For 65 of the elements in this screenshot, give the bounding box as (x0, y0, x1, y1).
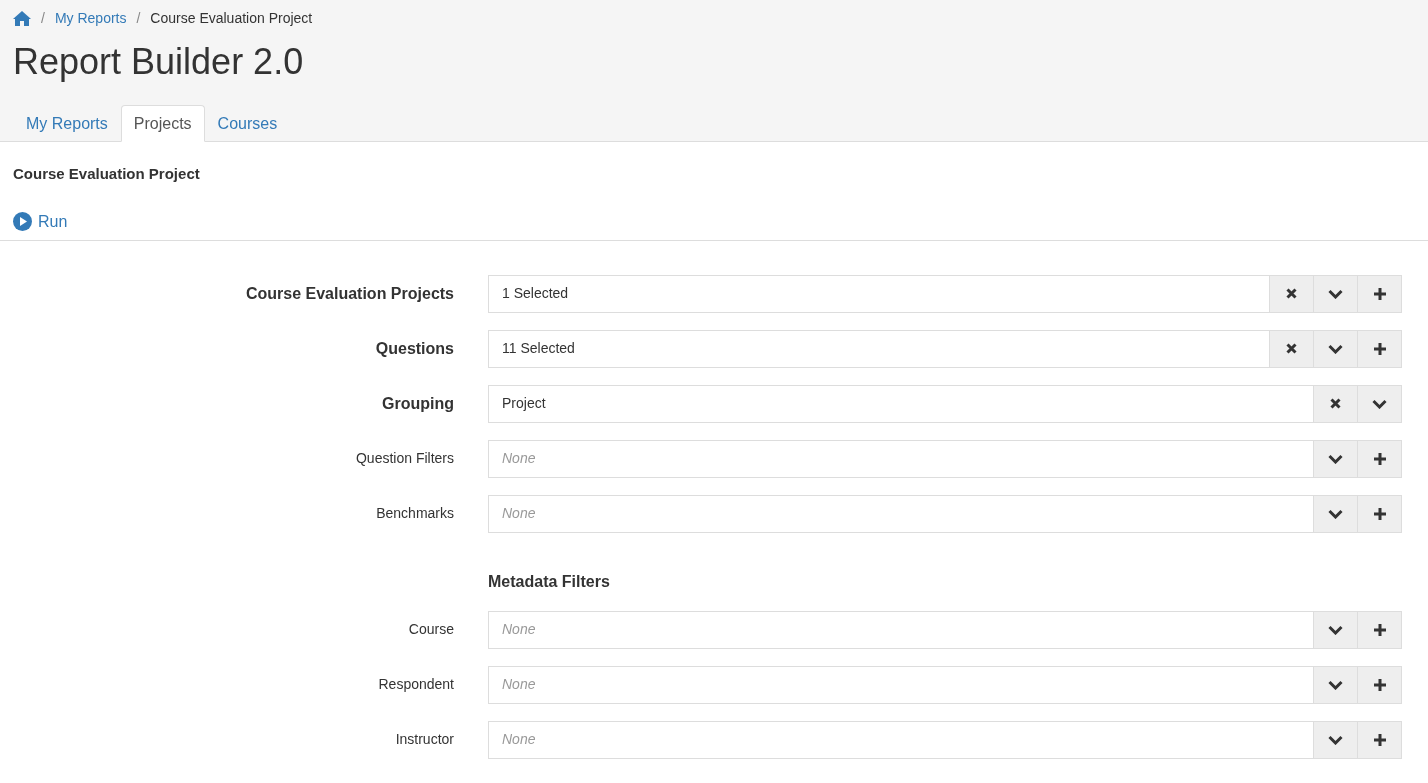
breadcrumb-separator: / (41, 8, 45, 28)
field-label: Respondent (377, 675, 454, 694)
dropdown-button[interactable] (1313, 611, 1357, 648)
field-label: Course (407, 620, 454, 639)
clear-button[interactable] (1269, 275, 1313, 312)
select-field[interactable]: None (488, 720, 1402, 759)
breadcrumb-link[interactable]: My Reports (54, 7, 127, 29)
dropdown-button[interactable] (1313, 721, 1357, 758)
tab[interactable]: Projects (120, 105, 205, 142)
field-label: Question Filters (354, 449, 454, 468)
add-button[interactable] (1357, 666, 1401, 703)
chevron-down-icon (1328, 624, 1343, 635)
chevron-down-icon (1328, 508, 1343, 519)
plus-icon (1373, 287, 1386, 300)
play-icon (13, 212, 32, 231)
home-icon[interactable] (13, 10, 31, 26)
dropdown-button[interactable] (1357, 385, 1401, 422)
breadcrumb-current: Course Evaluation Project (150, 8, 313, 28)
dropdown-button[interactable] (1313, 275, 1357, 312)
breadcrumb-separator: / (136, 8, 141, 28)
field-label: Grouping (381, 393, 454, 414)
dropdown-button[interactable] (1313, 330, 1357, 367)
plus-icon (1373, 507, 1386, 520)
close-icon (1330, 398, 1341, 409)
chevron-down-icon (1328, 343, 1343, 354)
select-field[interactable]: Project (488, 384, 1402, 423)
select-field[interactable]: 11 Selected (488, 329, 1402, 368)
plus-icon (1373, 452, 1386, 465)
clear-button[interactable] (1313, 385, 1357, 422)
close-icon (1286, 343, 1297, 354)
project-title: Course Evaluation Project (13, 164, 200, 184)
add-button[interactable] (1357, 440, 1401, 477)
chevron-down-icon (1372, 398, 1387, 409)
section-heading: Metadata Filters (488, 571, 610, 592)
close-icon (1286, 288, 1297, 299)
select-field[interactable]: None (488, 610, 1402, 649)
select-field[interactable]: None (488, 494, 1402, 533)
field-label: Instructor (394, 730, 454, 749)
plus-icon (1373, 342, 1386, 355)
chevron-down-icon (1328, 734, 1343, 745)
field-label: Questions (374, 338, 454, 359)
add-button[interactable] (1357, 275, 1401, 312)
chevron-down-icon (1328, 288, 1343, 299)
add-button[interactable] (1357, 611, 1401, 648)
dropdown-button[interactable] (1313, 495, 1357, 532)
tab[interactable]: Courses (204, 105, 291, 142)
run-button[interactable]: Run (13, 209, 68, 234)
chevron-down-icon (1328, 453, 1343, 464)
plus-icon (1373, 733, 1386, 746)
tab[interactable]: My Reports (13, 105, 121, 142)
page-title: Report Builder 2.0 (13, 40, 304, 84)
dropdown-button[interactable] (1313, 440, 1357, 477)
plus-icon (1373, 623, 1386, 636)
select-field[interactable]: None (488, 665, 1402, 704)
select-field[interactable]: 1 Selected (488, 274, 1402, 313)
chevron-down-icon (1328, 679, 1343, 690)
plus-icon (1373, 678, 1386, 691)
field-label: Benchmarks (375, 504, 454, 523)
select-field[interactable]: None (488, 439, 1402, 478)
clear-button[interactable] (1269, 330, 1313, 367)
add-button[interactable] (1357, 330, 1401, 367)
field-label: Course Evaluation Projects (244, 283, 454, 304)
add-button[interactable] (1357, 495, 1401, 532)
add-button[interactable] (1357, 721, 1401, 758)
dropdown-button[interactable] (1313, 666, 1357, 703)
